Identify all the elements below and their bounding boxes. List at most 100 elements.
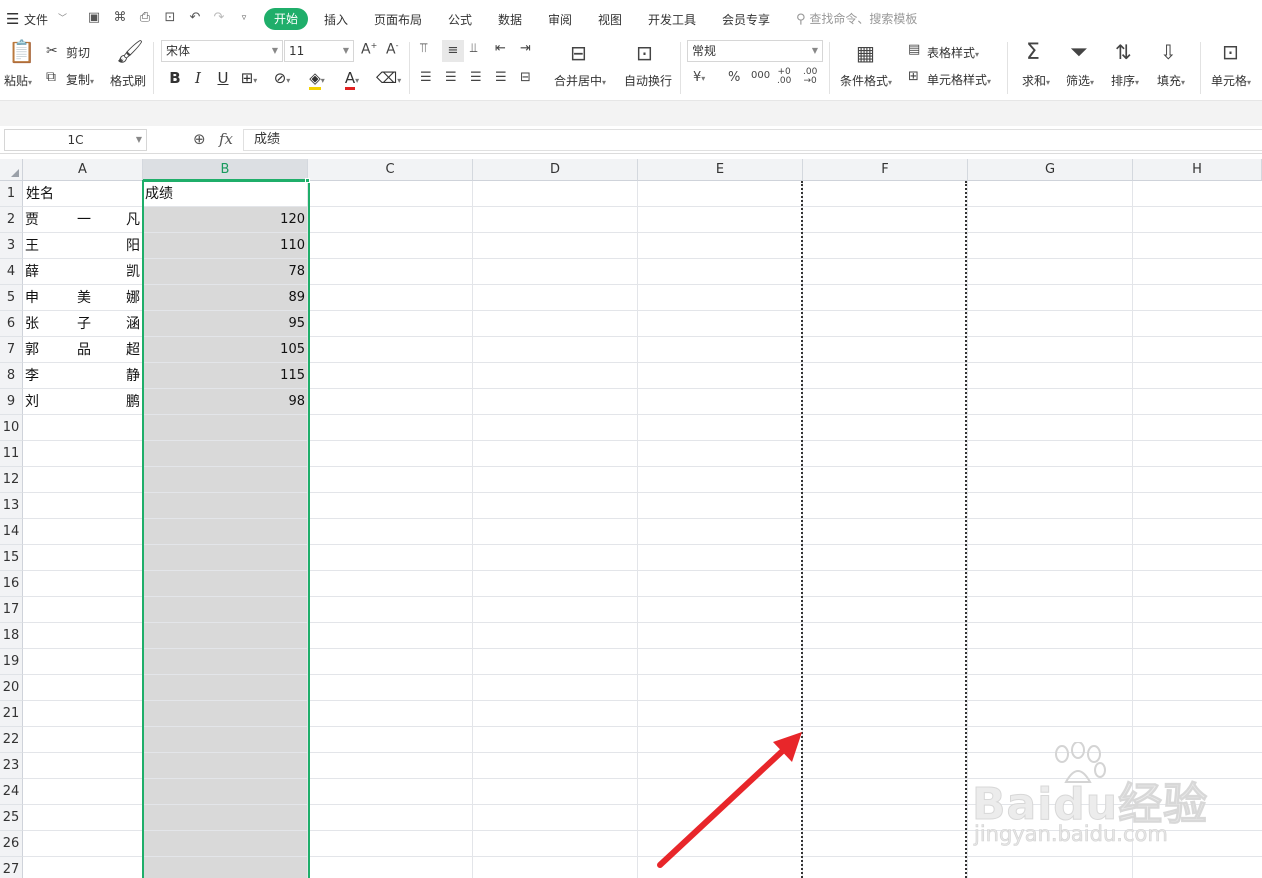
align-top-icon[interactable]: ⫪ (420, 41, 427, 56)
fill-button[interactable]: 填充▾ (1157, 72, 1185, 89)
merge-cells-icon[interactable]: ⊟ (570, 41, 587, 65)
fill-handle[interactable] (305, 178, 310, 183)
row-header-12[interactable]: 12 (0, 467, 23, 493)
tab-page-layout[interactable]: 页面布局 (374, 11, 422, 28)
table-style-icon[interactable]: ▤ (908, 42, 920, 57)
cell-a7[interactable]: 郭品超 (25, 337, 140, 363)
row-header-7[interactable]: 7 (0, 337, 23, 363)
border-icon[interactable]: ⊞▾ (239, 68, 259, 88)
align-center-icon[interactable]: ☰ (445, 70, 457, 85)
hamburger-icon[interactable]: ☰ (6, 10, 19, 28)
row-header-21[interactable]: 21 (0, 701, 23, 727)
row-header-18[interactable]: 18 (0, 623, 23, 649)
bold-icon[interactable]: B (165, 68, 185, 88)
undo-icon[interactable]: ↶ (187, 10, 203, 26)
cell-a3[interactable]: 王阳 (25, 233, 140, 259)
cell-icon[interactable]: ⊡ (1222, 40, 1239, 64)
column-header-e[interactable]: E (638, 159, 803, 181)
row-header-14[interactable]: 14 (0, 519, 23, 545)
column-header-g[interactable]: G (968, 159, 1133, 181)
copy-button[interactable]: 复制▾ (66, 71, 94, 88)
filter-button[interactable]: 筛选▾ (1066, 72, 1094, 89)
row-header-5[interactable]: 5 (0, 285, 23, 311)
sort-icon[interactable]: ⇅ (1115, 40, 1132, 64)
currency-icon[interactable]: ¥▾ (693, 70, 705, 85)
cell-a1[interactable]: 姓名 (26, 181, 141, 207)
print-preview-icon[interactable]: ⊡ (162, 10, 178, 26)
row-header-19[interactable]: 19 (0, 649, 23, 675)
fill-color-icon[interactable]: ◈▾ (307, 68, 327, 90)
underline-icon[interactable]: U (213, 68, 233, 88)
paste-button[interactable]: 粘贴▾ (4, 72, 32, 89)
column-header-c[interactable]: C (308, 159, 473, 181)
column-header-a[interactable]: A (23, 159, 143, 181)
merge-center-button[interactable]: 合并居中▾ (554, 72, 606, 89)
fill-icon[interactable]: ⇩ (1160, 40, 1177, 64)
font-color-icon[interactable]: A▾ (342, 68, 362, 90)
customize-dropdown-icon[interactable]: ▿ (236, 10, 252, 26)
cell-shading-icon[interactable]: ⊘▾ (272, 68, 292, 88)
row-header-15[interactable]: 15 (0, 545, 23, 571)
row-header-6[interactable]: 6 (0, 311, 23, 337)
sum-button[interactable]: 求和▾ (1022, 72, 1050, 89)
align-middle-icon[interactable]: ≡ (442, 40, 464, 62)
cell-a8[interactable]: 李静 (25, 363, 140, 389)
tab-review[interactable]: 审阅 (548, 11, 572, 28)
tab-insert[interactable]: 插入 (324, 11, 348, 28)
conditional-format-button[interactable]: 条件格式▾ (840, 72, 892, 89)
sum-icon[interactable]: Σ (1026, 40, 1040, 65)
decrease-indent-icon[interactable]: ⇤ (495, 41, 506, 56)
increase-indent-icon[interactable]: ⇥ (520, 41, 531, 56)
tab-formulas[interactable]: 公式 (448, 11, 472, 28)
column-header-d[interactable]: D (473, 159, 638, 181)
tab-start[interactable]: 开始 (264, 8, 308, 30)
conditional-format-icon[interactable]: ▦ (856, 41, 875, 65)
row-header-13[interactable]: 13 (0, 493, 23, 519)
row-header-8[interactable]: 8 (0, 363, 23, 389)
tab-developer[interactable]: 开发工具 (648, 11, 696, 28)
number-format-select[interactable]: 常规 ▼ (687, 40, 823, 62)
command-search[interactable]: ⚲ 查找命令、搜索模板 (796, 10, 917, 27)
cell-button[interactable]: 单元格▾ (1211, 72, 1251, 89)
file-menu[interactable]: 文件 (24, 11, 48, 28)
filter-icon[interactable]: ⏷ (1070, 40, 1088, 65)
table-style-button[interactable]: 表格样式▾ (927, 44, 979, 61)
sort-button[interactable]: 排序▾ (1111, 72, 1139, 89)
percent-icon[interactable]: % (728, 70, 740, 85)
eraser-icon[interactable]: ⌫▾ (376, 68, 401, 88)
row-header-16[interactable]: 16 (0, 571, 23, 597)
row-header-9[interactable]: 9 (0, 389, 23, 415)
decrease-font-icon[interactable]: A- (386, 41, 398, 58)
function-icon[interactable]: fx (219, 130, 233, 148)
cell-a4[interactable]: 薛凯 (25, 259, 140, 285)
row-header-11[interactable]: 11 (0, 441, 23, 467)
align-bottom-icon[interactable]: ⫫ (470, 41, 477, 56)
tab-view[interactable]: 视图 (598, 11, 622, 28)
increase-decimal-icon[interactable]: +0.00 (777, 68, 791, 86)
font-size-select[interactable]: 11 ▼ (284, 40, 354, 62)
font-name-select[interactable]: 宋体 ▼ (161, 40, 283, 62)
wrap-text-icon[interactable]: ⊡ (636, 41, 653, 65)
print-icon[interactable]: ⎙ (137, 10, 153, 26)
cell-a2[interactable]: 贾一凡 (25, 207, 140, 233)
cell-a5[interactable]: 申美娜 (25, 285, 140, 311)
thousands-separator-icon[interactable]: 000 (751, 70, 770, 81)
cell-a6[interactable]: 张子涵 (25, 311, 140, 337)
tab-member[interactable]: 会员专享 (722, 11, 770, 28)
italic-icon[interactable]: I (188, 68, 208, 88)
scissors-icon[interactable]: ✂ (46, 43, 58, 59)
redo-icon[interactable]: ↷ (211, 10, 227, 26)
zoom-icon[interactable]: ⊕ (193, 130, 206, 148)
align-left-icon[interactable]: ☰ (420, 70, 432, 85)
distributed-align-icon[interactable]: ⊟ (520, 70, 531, 85)
column-header-f[interactable]: F (803, 159, 968, 181)
row-header-4[interactable]: 4 (0, 259, 23, 285)
chevron-down-icon[interactable]: ﹀ (58, 11, 67, 24)
copy-icon[interactable]: ⧉ (46, 69, 56, 85)
formula-input[interactable]: 成绩 (243, 129, 1262, 151)
column-header-h[interactable]: H (1133, 159, 1262, 181)
row-header-20[interactable]: 20 (0, 675, 23, 701)
brush-icon[interactable]: 🖌 (116, 40, 144, 65)
paste-icon[interactable]: 📋 (8, 40, 35, 66)
column-header-b[interactable]: B (143, 159, 308, 181)
